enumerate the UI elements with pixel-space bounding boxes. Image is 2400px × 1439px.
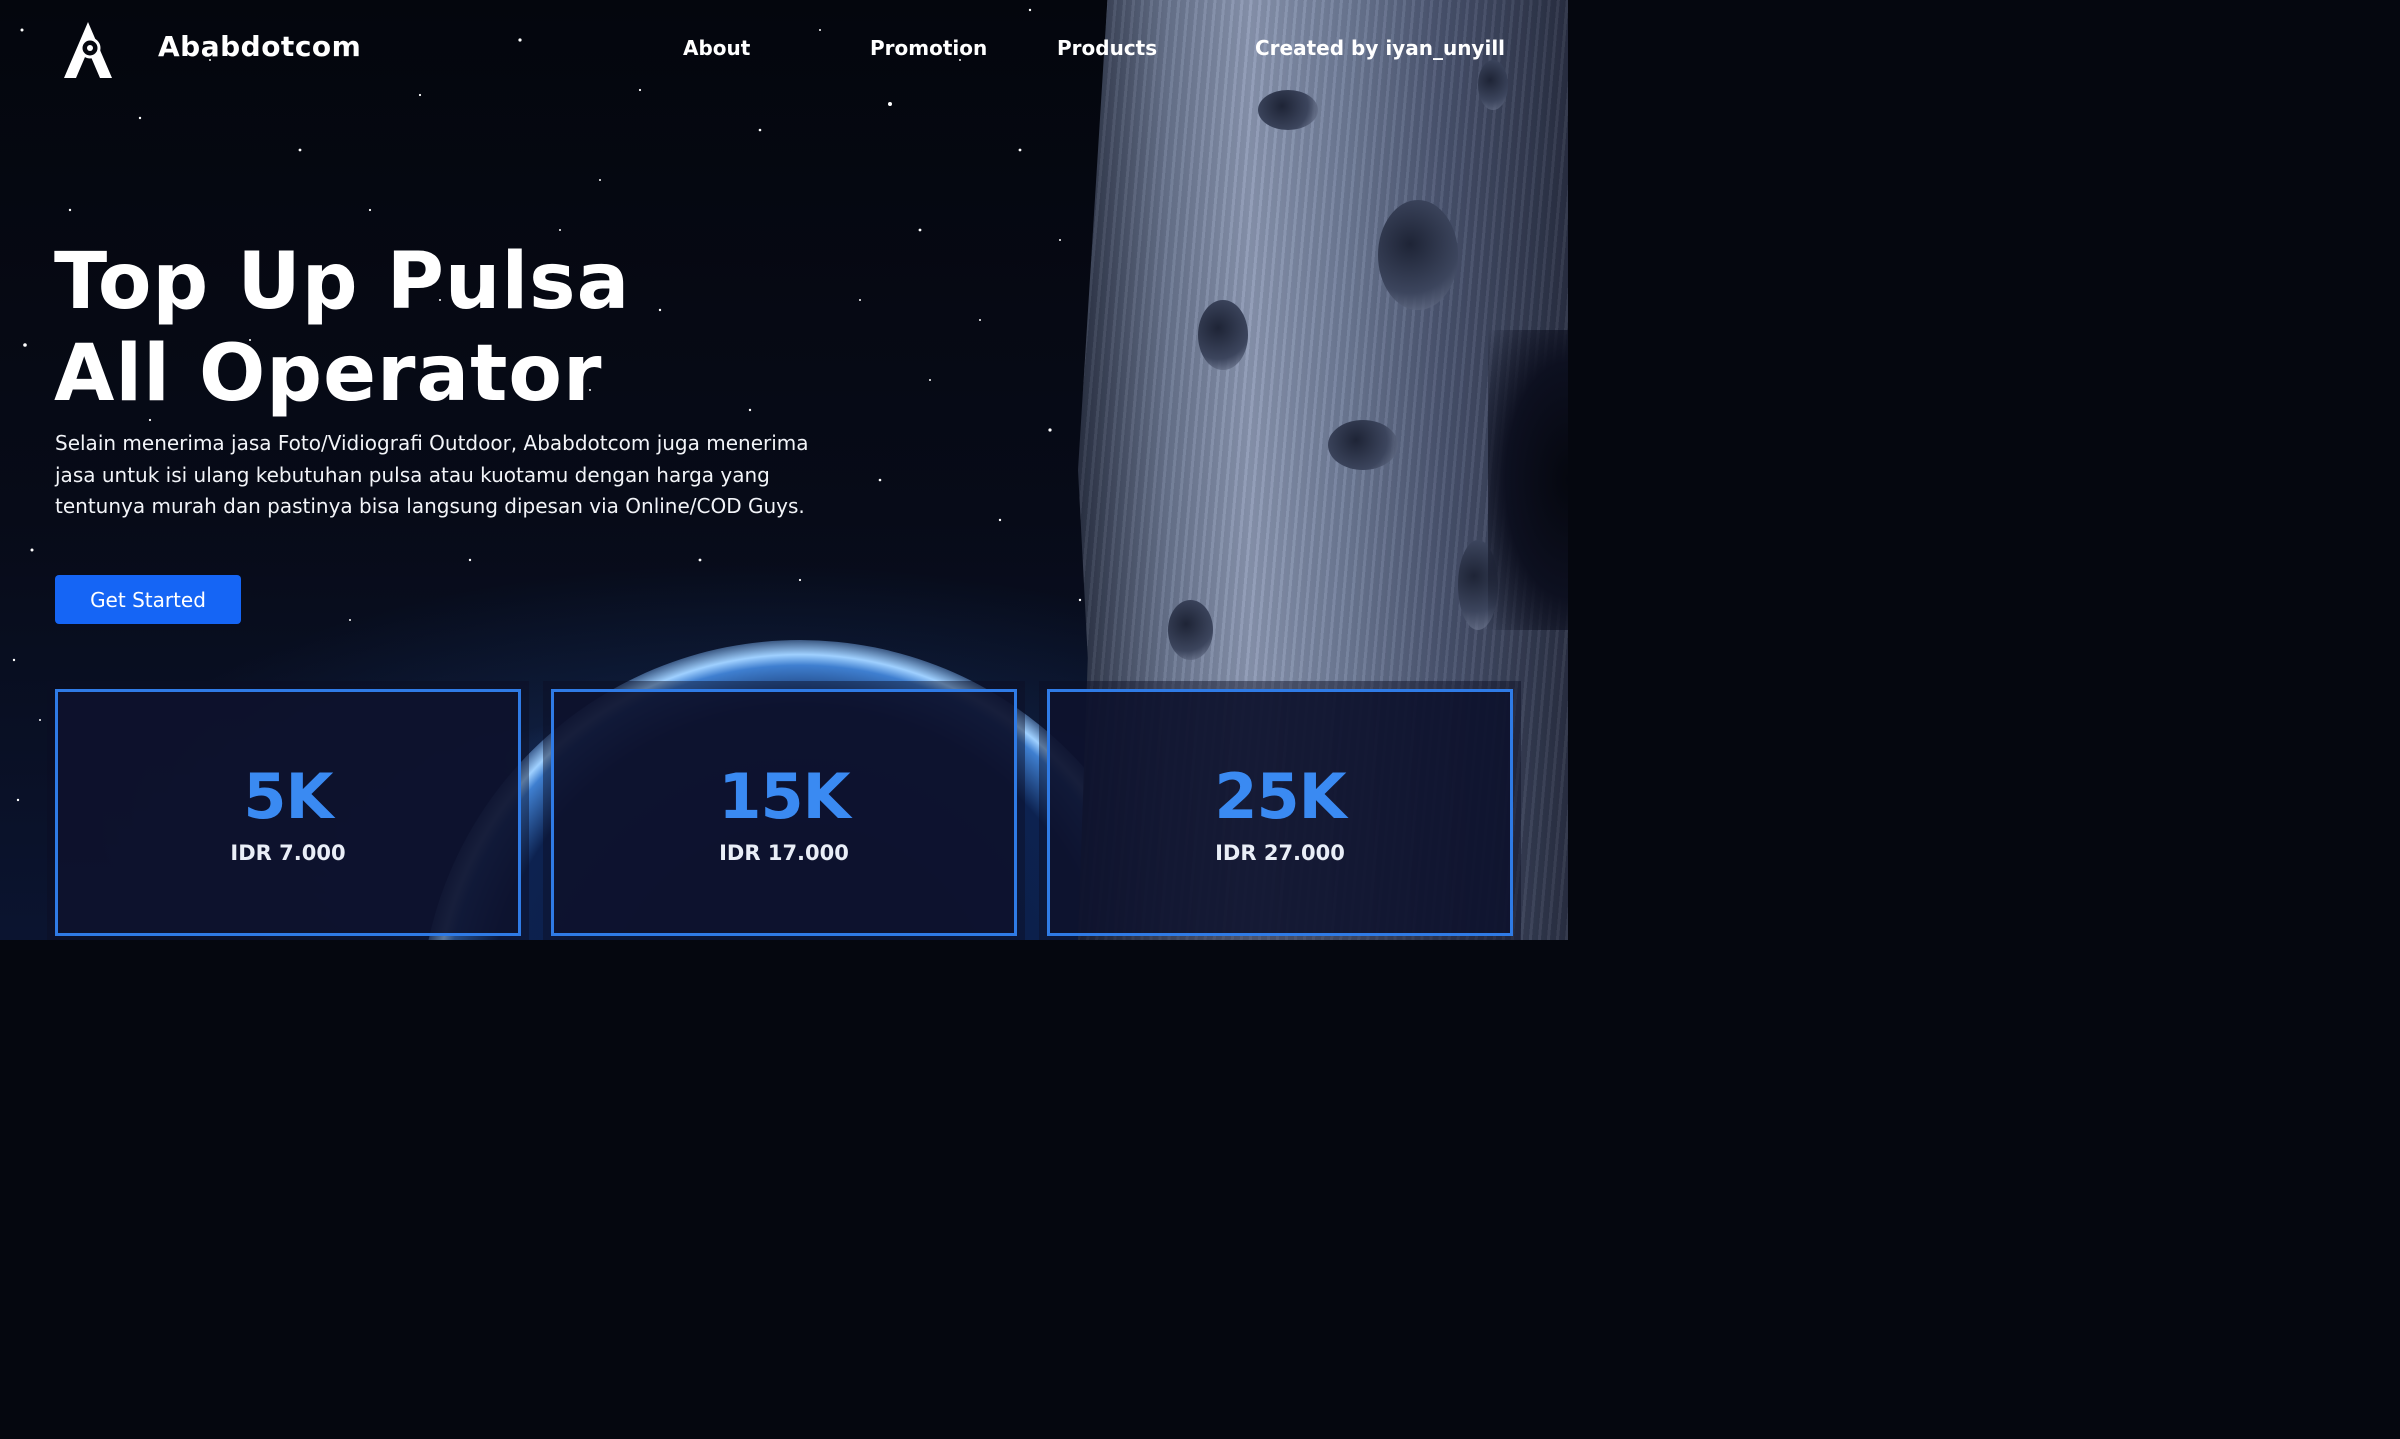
card-amount: 15K [718,760,850,833]
compass-logo-icon[interactable] [60,20,116,80]
hero-title-line-1: Top Up Pulsa [54,237,631,327]
hero-description: Selain menerima jasa Foto/Vidiografi Out… [55,431,809,518]
get-started-button[interactable]: Get Started [55,575,241,624]
price-card-container: 25K IDR 27.000 [1039,681,1521,940]
card-price: IDR 17.000 [719,841,849,865]
price-card-container: 15K IDR 17.000 [543,681,1025,940]
nav-about[interactable]: About [683,36,750,60]
price-card-container: 5K IDR 7.000 [47,681,529,940]
card-amount: 25K [1214,760,1346,833]
price-card-15k[interactable]: 15K IDR 17.000 [551,689,1017,936]
hero-title-line-2: All Operator [54,329,603,419]
site-header: Ababdotcom About Promotion Products Crea… [0,0,1568,100]
price-card-5k[interactable]: 5K IDR 7.000 [55,689,521,936]
nav-created-by[interactable]: Created by iyan_unyill [1255,36,1505,60]
card-price: IDR 27.000 [1215,841,1345,865]
price-card-25k[interactable]: 25K IDR 27.000 [1047,689,1513,936]
nav-promotion[interactable]: Promotion [870,36,987,60]
nav-products[interactable]: Products [1057,36,1157,60]
brand-name[interactable]: Ababdotcom [158,30,361,63]
hero-title: Top Up Pulsa All Operator [54,236,854,420]
card-price: IDR 7.000 [230,841,346,865]
card-amount: 5K [243,760,333,833]
